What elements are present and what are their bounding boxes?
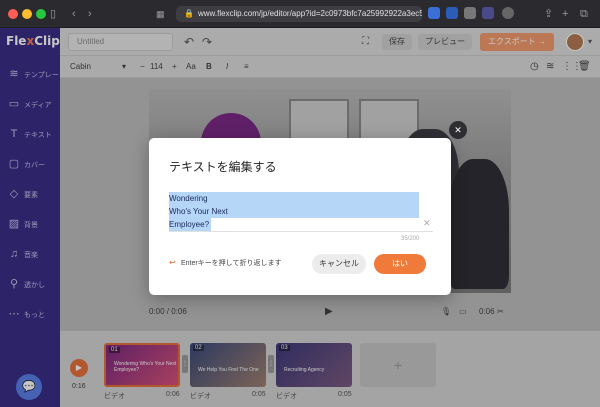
share-icon[interactable]: ⇪ — [544, 6, 553, 22]
enter-hint-text: Enterキーを押して折り返します — [180, 260, 282, 267]
edit-text-modal: テキストを編集する Wondering Who's Your Next Empl… — [149, 138, 451, 295]
character-counter: 35/200 — [401, 236, 420, 242]
ok-button[interactable]: はい — [374, 254, 426, 274]
enter-hint: ↩ Enterキーを押して折り返します — [169, 258, 281, 268]
lock-icon: 🔒 — [184, 9, 194, 18]
extension-shield-icon[interactable] — [428, 7, 440, 19]
extension-translate-icon[interactable] — [482, 7, 494, 19]
modal-close-button[interactable]: ✕ — [449, 121, 467, 139]
text-edit-area[interactable]: Wondering Who's Your Next Employee? — [169, 192, 433, 232]
clear-text-icon[interactable]: ✕ — [423, 218, 431, 229]
zoom-window-button[interactable] — [36, 9, 46, 19]
extension-puzzle-icon[interactable] — [502, 7, 514, 19]
cancel-button[interactable]: キャンセル — [312, 254, 366, 274]
sidebar-toggle-icon[interactable]: ▯ — [50, 6, 56, 22]
modal-title: テキストを編集する — [169, 160, 277, 174]
minimize-window-button[interactable] — [22, 9, 32, 19]
tab-grid-icon[interactable]: ▦ — [156, 6, 165, 22]
tab-overview-icon[interactable]: ⧉ — [580, 6, 588, 22]
extension-contrast-icon[interactable] — [464, 7, 476, 19]
text-line: Employee? — [169, 218, 211, 231]
browser-toolbar: ▯ ‹ › ▦ 🔒 www.flexclip.com/jp/editor/app… — [0, 0, 600, 28]
close-icon: ✕ — [454, 125, 462, 135]
forward-arrow-icon[interactable]: › — [88, 6, 92, 22]
text-line: Wondering — [169, 192, 419, 205]
return-arrow-icon: ↩ — [169, 258, 176, 267]
extension-bitwarden-icon[interactable] — [446, 7, 458, 19]
address-bar[interactable]: 🔒 www.flexclip.com/jp/editor/app?id=2c09… — [176, 6, 422, 22]
back-arrow-icon[interactable]: ‹ — [72, 6, 76, 22]
new-tab-icon[interactable]: + — [562, 6, 568, 22]
close-window-button[interactable] — [8, 9, 18, 19]
text-line: Who's Your Next — [169, 205, 419, 218]
address-url: www.flexclip.com/jp/editor/app?id=2c0973… — [198, 9, 422, 18]
